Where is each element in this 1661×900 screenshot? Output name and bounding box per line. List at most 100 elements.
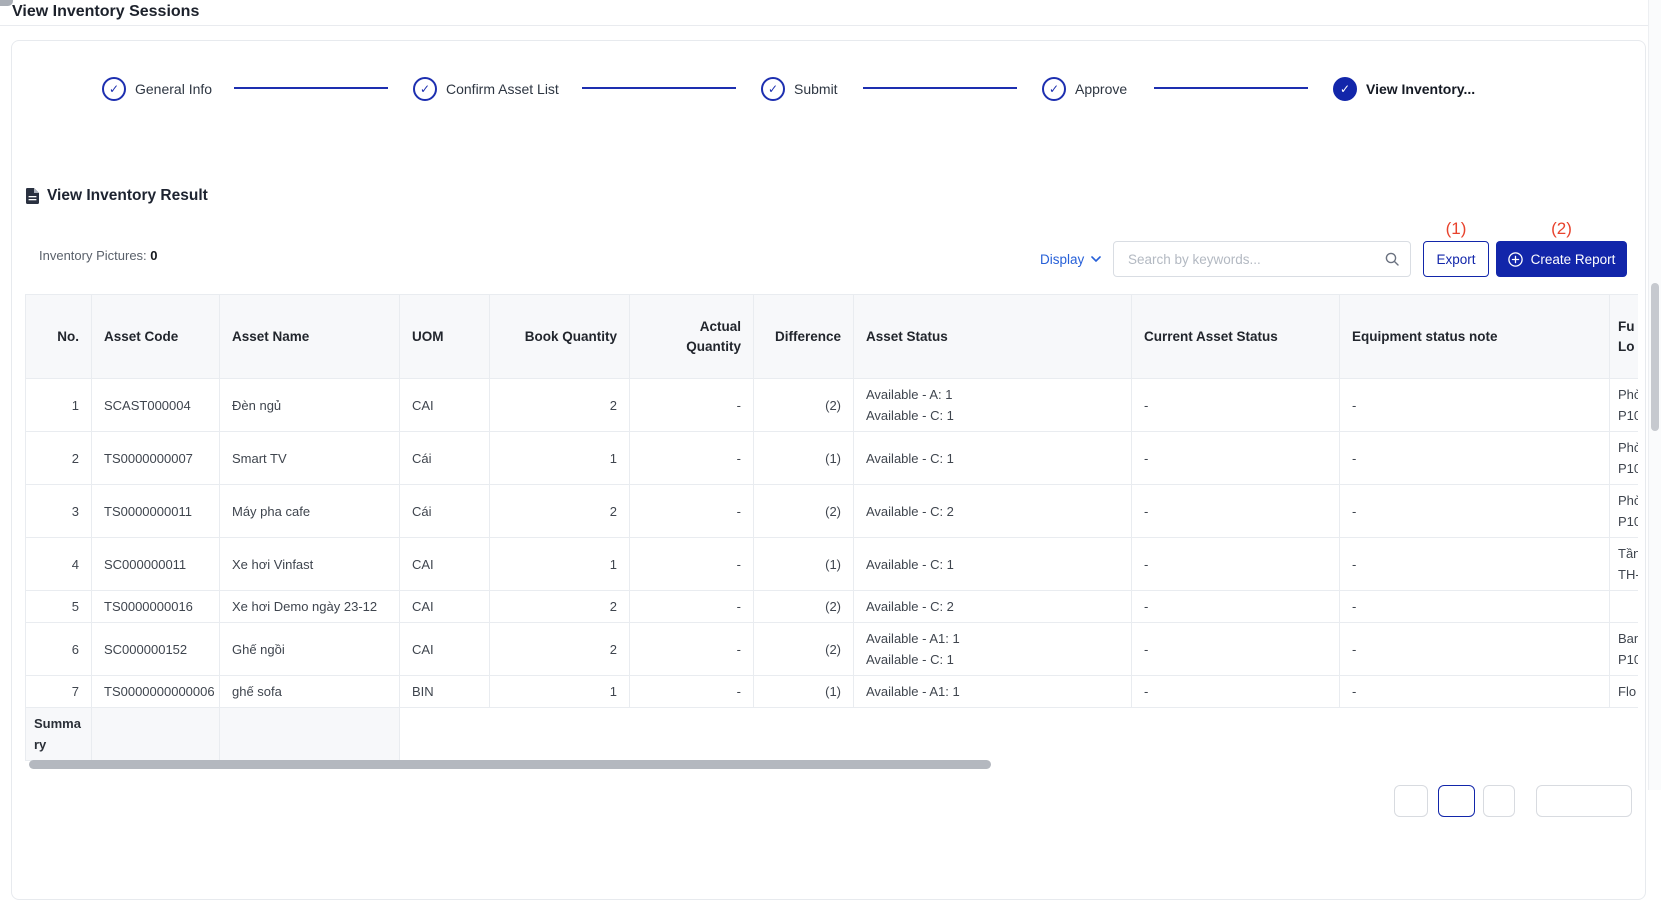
cell-equipment-status-note: - bbox=[1339, 484, 1610, 538]
cell-uom: CAI bbox=[399, 537, 490, 591]
table-row: 6 SC000000152 Ghế ngồi CAI 2- (2) Available - … bbox=[25, 622, 1638, 676]
horizontal-scrollbar-thumb[interactable] bbox=[29, 760, 991, 769]
cell-actual-quantity: - bbox=[629, 484, 754, 538]
table-row: 7 TS0000000000006 ghế sofa BIN 1- (1) Availabl… bbox=[25, 675, 1638, 708]
inventory-session-panel: ✓ General Info ✓ Confirm Asset List ✓ Submit ✓… bbox=[11, 40, 1646, 900]
col-book-quantity: Book Quantity bbox=[489, 294, 630, 379]
cell-no: 1 bbox=[25, 378, 92, 432]
col-difference: Difference bbox=[753, 294, 854, 379]
cell-asset-code: TS0000000007 bbox=[91, 431, 220, 485]
cell-difference: (2) bbox=[753, 484, 854, 538]
cell-uom: CAI bbox=[399, 378, 490, 432]
chevron-down-icon bbox=[1091, 256, 1102, 262]
stepper-step-5[interactable]: ✓ View Inventory... bbox=[1333, 77, 1475, 101]
col-asset-status: Asset Status bbox=[853, 294, 1132, 379]
stepper-step-label: View Inventory... bbox=[1366, 81, 1476, 97]
cell-no: 4 bbox=[25, 537, 92, 591]
inventory-pictures-label: Inventory Pictures: bbox=[39, 248, 147, 263]
cell-equipment-status-note: - bbox=[1339, 590, 1610, 623]
stepper-connector bbox=[863, 87, 1017, 89]
plus-circle-icon bbox=[1507, 251, 1523, 267]
search-icon[interactable] bbox=[1384, 251, 1400, 267]
col-no: No. bbox=[25, 294, 92, 379]
stepper-step-label: Confirm Asset List bbox=[446, 81, 559, 97]
cell-difference: (1) bbox=[753, 537, 854, 591]
cell-equipment-status-note: - bbox=[1339, 622, 1610, 676]
cell-function-location: Ban P10 bbox=[1609, 622, 1638, 676]
cell-asset-name: Xe hơi Vinfast bbox=[219, 537, 400, 591]
cell-uom: Cái bbox=[399, 484, 490, 538]
table-row: 4 SC000000011 Xe hơi Vinfast CAI 1- (1) Availa… bbox=[25, 537, 1638, 591]
cell-asset-name: Đèn ngủ bbox=[219, 378, 400, 432]
cell-difference: (2) bbox=[753, 622, 854, 676]
cell-difference: (2) bbox=[753, 590, 854, 623]
check-icon: ✓ bbox=[413, 77, 437, 101]
table-row: 2 TS0000000007 Smart TV Cái 1- (1) Available -… bbox=[25, 431, 1638, 485]
create-report-button[interactable]: Create Report bbox=[1496, 241, 1627, 277]
summary-row: Summary bbox=[25, 707, 1638, 761]
cell-asset-status: Available - A1: 1 bbox=[853, 675, 1132, 708]
cell-difference: (1) bbox=[753, 431, 854, 485]
check-icon: ✓ bbox=[761, 77, 785, 101]
search-container bbox=[1113, 241, 1411, 277]
export-button[interactable]: Export bbox=[1423, 241, 1489, 277]
table-row: 1 SCAST000004 Đèn ngủ CAI 2- (2) Available - A… bbox=[25, 378, 1638, 432]
cell-book-quantity: 2 bbox=[489, 590, 630, 623]
cell-asset-status: Available - A: 1 Available - C: 1 bbox=[853, 378, 1132, 432]
table-body: 1 SCAST000004 Đèn ngủ CAI 2- (2) Available - A… bbox=[25, 378, 1638, 708]
stepper-step-label: Submit bbox=[794, 81, 838, 97]
inventory-pictures-count: 0 bbox=[150, 248, 158, 263]
cell-book-quantity: 2 bbox=[489, 378, 630, 432]
vertical-scrollbar-thumb[interactable] bbox=[1651, 283, 1659, 431]
cell-asset-code: SC000000152 bbox=[91, 622, 220, 676]
stepper-step-3[interactable]: ✓ Submit bbox=[761, 77, 838, 101]
cell-equipment-status-note: - bbox=[1339, 537, 1610, 591]
cell-asset-code: SC000000011 bbox=[91, 537, 220, 591]
result-section-title: View Inventory Result bbox=[26, 187, 208, 205]
cell-asset-status: Available - A1: 1 Available - C: 1 bbox=[853, 622, 1132, 676]
cell-asset-code: TS0000000016 bbox=[91, 590, 220, 623]
cell-current-asset-status: - bbox=[1131, 431, 1340, 485]
cell-current-asset-status: - bbox=[1131, 537, 1340, 591]
col-asset-code: Asset Code bbox=[91, 294, 220, 379]
summary-cell bbox=[219, 707, 400, 761]
cell-current-asset-status: - bbox=[1131, 675, 1340, 708]
cell-asset-name: Ghế ngồi bbox=[219, 622, 400, 676]
cell-current-asset-status: - bbox=[1131, 484, 1340, 538]
col-actual-quantity: Actual Quantity bbox=[629, 294, 754, 379]
page-title: View Inventory Sessions bbox=[12, 3, 200, 20]
result-section-title-text: View Inventory Result bbox=[47, 187, 208, 204]
cell-equipment-status-note: - bbox=[1339, 431, 1610, 485]
stepper-step-1[interactable]: ✓ General Info bbox=[102, 77, 212, 101]
summary-empty-area bbox=[399, 707, 1638, 761]
cell-actual-quantity: - bbox=[629, 378, 754, 432]
display-dropdown[interactable]: Display bbox=[1040, 241, 1102, 277]
stepper-step-4[interactable]: ✓ Approve bbox=[1042, 77, 1127, 101]
cell-book-quantity: 1 bbox=[489, 675, 630, 708]
cell-asset-code: TS0000000000006 bbox=[91, 675, 220, 708]
table-row: 3 TS0000000011 Máy pha cafe Cái 2- (2) Availab… bbox=[25, 484, 1638, 538]
cell-asset-code: SCAST000004 bbox=[91, 378, 220, 432]
vertical-scrollbar-track[interactable] bbox=[1648, 0, 1661, 790]
cell-book-quantity: 1 bbox=[489, 431, 630, 485]
cell-difference: (1) bbox=[753, 675, 854, 708]
cell-uom: CAI bbox=[399, 590, 490, 623]
cell-asset-code: TS0000000011 bbox=[91, 484, 220, 538]
stepper-step-2[interactable]: ✓ Confirm Asset List bbox=[413, 77, 559, 101]
display-dropdown-label: Display bbox=[1040, 251, 1085, 267]
search-input[interactable] bbox=[1126, 250, 1384, 268]
cell-uom: CAI bbox=[399, 622, 490, 676]
col-asset-name: Asset Name bbox=[219, 294, 400, 379]
cell-book-quantity: 2 bbox=[489, 622, 630, 676]
cell-actual-quantity: - bbox=[629, 537, 754, 591]
document-icon bbox=[26, 188, 39, 204]
create-report-label: Create Report bbox=[1530, 251, 1616, 267]
cell-current-asset-status: - bbox=[1131, 590, 1340, 623]
inventory-result-table: No. Asset Code Asset Name UOM Book Quant… bbox=[25, 294, 1638, 761]
cell-uom: BIN bbox=[399, 675, 490, 708]
inventory-result-table-container: No. Asset Code Asset Name UOM Book Quant… bbox=[25, 294, 1638, 761]
check-icon: ✓ bbox=[1333, 77, 1357, 101]
inventory-pictures: Inventory Pictures: 0 bbox=[39, 248, 158, 263]
cell-function-location: Phò P10 bbox=[1609, 484, 1638, 538]
cell-current-asset-status: - bbox=[1131, 622, 1340, 676]
